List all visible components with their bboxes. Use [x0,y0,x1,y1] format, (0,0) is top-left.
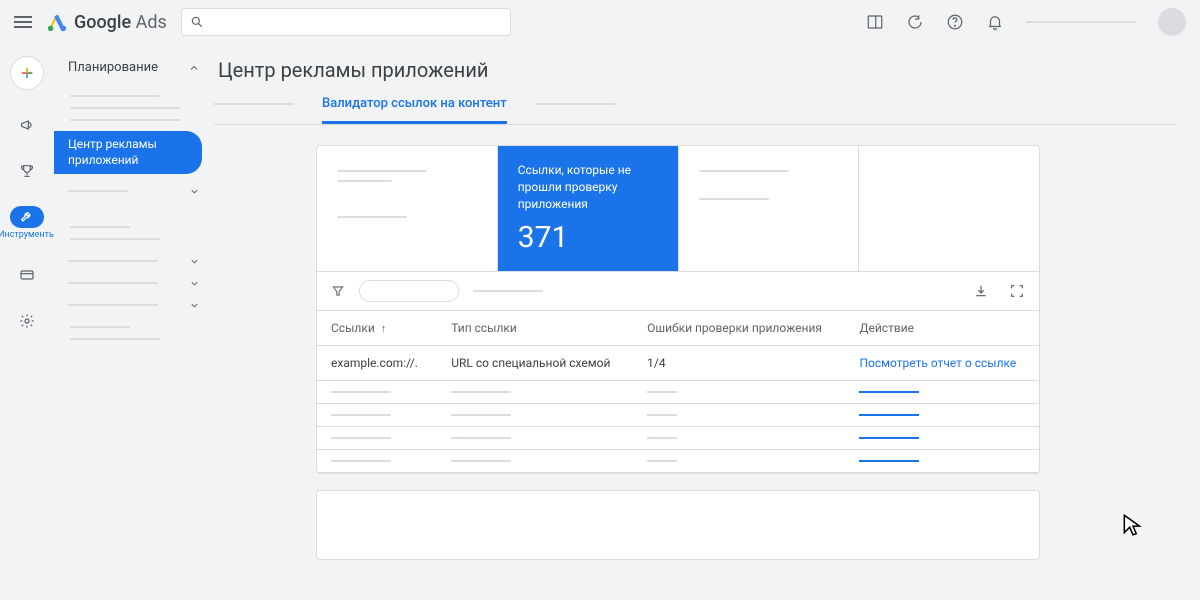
side-item-active[interactable]: Центр рекламы приложений [54,131,202,174]
account-placeholder [1026,21,1136,23]
stat-label: Ссылки, которые не прошли проверку прило… [518,162,658,212]
trophy-icon [19,163,35,179]
col-action[interactable]: Действие [845,311,1039,346]
table-row: example.com://. URL со специальной схемо… [317,346,1039,381]
stat-cell[interactable] [317,146,498,271]
cell-type: URL со специальной схемой [437,346,633,381]
rail-item-billing[interactable] [7,264,47,286]
chevron-down-icon[interactable] [189,278,200,289]
expand-icon[interactable] [1009,283,1025,299]
create-button[interactable] [10,56,44,90]
cursor-icon [1120,512,1146,538]
side-item[interactable] [70,238,160,240]
menu-icon[interactable] [14,16,32,28]
tab-active[interactable]: Валидатор ссылок на контент [322,96,507,124]
table-row [317,381,1039,404]
tools-icon [19,209,35,225]
side-heading: Планирование [68,60,158,75]
tab[interactable] [214,103,294,105]
cell-action-link[interactable] [859,391,919,393]
sort-asc-icon: ↑ [381,322,387,335]
stat-cell-active[interactable]: Ссылки, которые не прошли проверку прило… [498,146,679,271]
table-row [317,427,1039,450]
megaphone-icon [19,117,35,133]
main-content: Центр рекламы приложений Валидатор ссыло… [214,44,1200,600]
side-item[interactable] [70,95,160,97]
filter-icon[interactable] [331,284,345,298]
validator-card: Ссылки, которые не прошли проверку прило… [316,145,1040,474]
stat-cell[interactable] [679,146,860,271]
rail-item-tools[interactable]: Инструменты [7,206,47,240]
side-item[interactable] [68,260,158,262]
nav-rail: Инструменты [0,44,54,600]
rail-item-goals[interactable] [7,160,47,182]
links-table: Ссылки↑ Тип ссылки Ошибки проверки прило… [317,311,1039,473]
bell-icon[interactable] [986,13,1004,31]
rail-item-admin[interactable] [7,310,47,332]
side-item[interactable] [70,326,130,328]
stat-cell[interactable] [859,146,1039,271]
cell-link: example.com://. [317,346,437,381]
product-logo: Google Ads [46,11,167,33]
page-title: Центр рекламы приложений [214,44,1200,96]
download-icon[interactable] [973,283,989,299]
panel-icon[interactable] [866,13,884,31]
chevron-down-icon[interactable] [189,256,200,267]
secondary-card [316,490,1040,560]
cell-action-link[interactable] [859,437,919,439]
col-links[interactable]: Ссылки↑ [317,311,437,346]
refresh-icon[interactable] [906,13,924,31]
col-errors[interactable]: Ошибки проверки приложения [633,311,845,346]
card-icon [19,267,35,283]
col-type[interactable]: Тип ссылки [437,311,633,346]
cell-action-link[interactable] [859,460,919,462]
filter-placeholder [473,290,543,292]
cell-errors: 1/4 [633,346,845,381]
side-panel: Планирование Центр рекламы приложений [54,44,214,600]
tab[interactable] [535,103,615,105]
tabs: Валидатор ссылок на контент [214,96,1176,125]
brand-text-2: Ads [136,12,167,33]
search-input[interactable] [181,8,511,36]
side-item[interactable] [68,304,158,306]
gear-icon [19,313,35,329]
cell-action-link[interactable]: Посмотреть отчет о ссылке [859,356,1016,370]
table-row [317,450,1039,473]
stat-value: 371 [518,220,658,255]
side-item[interactable] [70,338,160,340]
brand-text-1: Google [74,12,131,33]
filter-chip[interactable] [359,280,459,302]
search-icon [190,15,204,29]
rail-item-label: Инструменты [0,230,56,240]
chevron-down-icon[interactable] [189,300,200,311]
chevron-down-icon[interactable] [189,186,200,197]
table-row [317,404,1039,427]
side-item[interactable] [68,282,158,284]
side-item[interactable] [70,119,180,121]
chevron-up-icon[interactable] [188,62,200,74]
cell-action-link[interactable] [859,414,919,416]
help-icon[interactable] [946,13,964,31]
side-item[interactable] [70,226,130,228]
rail-item-campaigns[interactable] [7,114,47,136]
side-item[interactable] [68,190,128,192]
avatar[interactable] [1158,8,1186,36]
side-item[interactable] [70,107,180,109]
